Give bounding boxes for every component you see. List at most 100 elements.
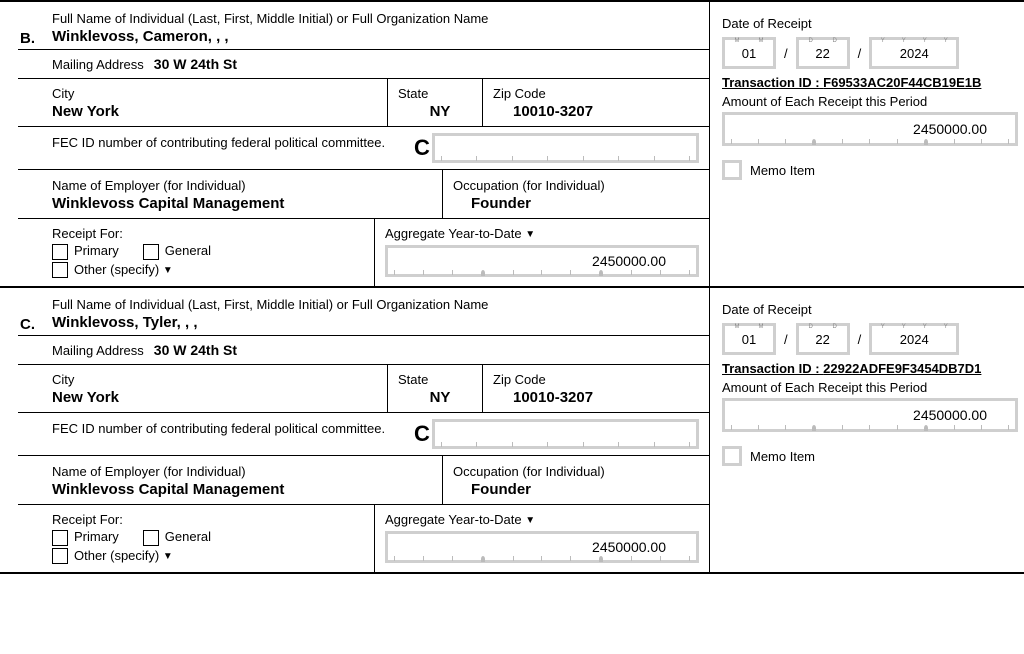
state-label: State	[398, 82, 482, 101]
amount-value: 2450000.00	[913, 121, 987, 137]
other-row: Other (specify) ▼	[52, 262, 374, 279]
aggregate-input[interactable]: 2450000.00	[385, 245, 699, 277]
aggregate-label: Aggregate Year-to-Date ▼	[385, 508, 699, 527]
date-month-input[interactable]: MM01	[722, 323, 776, 355]
state-label: State	[398, 368, 482, 387]
city-state-zip-row: City New York State NY Zip Code 10010-32…	[18, 365, 709, 413]
full-name-value: Winklevoss, Cameron, , ,	[52, 26, 709, 47]
receipt-for-left: Receipt For: Primary General Other (spec…	[18, 219, 374, 286]
date-month-input[interactable]: MM01	[722, 37, 776, 69]
receipt-for-row: Receipt For: Primary General Other (spec…	[18, 505, 709, 572]
name-row: Full Name of Individual (Last, First, Mi…	[18, 2, 709, 50]
memo-label: Memo Item	[750, 163, 815, 178]
primary-option: Primary	[52, 529, 119, 546]
chevron-down-icon: ▼	[163, 551, 173, 562]
primary-option: Primary	[52, 243, 119, 260]
entry-letter: C.	[20, 316, 35, 333]
zip-label: Zip Code	[493, 368, 709, 387]
name-row: Full Name of Individual (Last, First, Mi…	[18, 288, 709, 336]
memo-checkbox[interactable]	[722, 446, 742, 466]
left-column: Full Name of Individual (Last, First, Mi…	[0, 2, 710, 286]
memo-row: Memo Item	[722, 446, 1018, 466]
fec-field: C	[404, 413, 709, 455]
date-mm-value: 01	[742, 46, 756, 61]
date-label: Date of Receipt	[722, 298, 1018, 317]
date-day-input[interactable]: DD22	[796, 37, 850, 69]
entry-b: B. Full Name of Individual (Last, First,…	[0, 0, 1024, 286]
date-slash: /	[858, 332, 862, 347]
employer-row: Name of Employer (for Individual) Winkle…	[18, 456, 709, 505]
primary-label: Primary	[74, 243, 119, 258]
aggregate-input[interactable]: 2450000.00	[385, 531, 699, 563]
fec-c-prefix: C	[414, 421, 430, 447]
amount-input[interactable]: 2450000.00	[722, 398, 1018, 432]
employer-row: Name of Employer (for Individual) Winkle…	[18, 170, 709, 219]
other-checkbox[interactable]	[52, 548, 68, 564]
aggregate-value: 2450000.00	[592, 539, 666, 555]
employer-label: Name of Employer (for Individual)	[52, 174, 442, 193]
receipt-for-label: Receipt For:	[18, 222, 374, 241]
general-label: General	[165, 529, 211, 544]
date-day-input[interactable]: DD22	[796, 323, 850, 355]
primary-label: Primary	[74, 529, 119, 544]
occupation-value: Founder	[453, 193, 709, 214]
general-checkbox[interactable]	[143, 530, 159, 546]
mailing-row: Mailing Address 30 W 24th St	[18, 50, 709, 79]
other-label: Other (specify)	[74, 548, 159, 563]
mailing-value: 30 W 24th St	[154, 54, 237, 74]
city-value: New York	[52, 387, 387, 408]
fec-form-page: B. Full Name of Individual (Last, First,…	[0, 0, 1024, 654]
occupation-box: Occupation (for Individual) Founder	[443, 456, 709, 504]
memo-checkbox[interactable]	[722, 160, 742, 180]
receipt-for-label: Receipt For:	[18, 508, 374, 527]
aggregate-box: Aggregate Year-to-Date ▼ 2450000.00	[374, 505, 709, 572]
date-boxes: MM01 / DD22 / YYYY2024	[722, 323, 1018, 355]
date-year-input[interactable]: YYYY2024	[869, 37, 959, 69]
amount-label: Amount of Each Receipt this Period	[722, 380, 1018, 395]
aggregate-label: Aggregate Year-to-Date ▼	[385, 222, 699, 241]
fec-field: C	[404, 127, 709, 169]
memo-row: Memo Item	[722, 160, 1018, 180]
primary-checkbox[interactable]	[52, 244, 68, 260]
date-year-input[interactable]: YYYY2024	[869, 323, 959, 355]
general-option: General	[143, 529, 211, 546]
mailing-label: Mailing Address	[52, 53, 144, 72]
primary-checkbox[interactable]	[52, 530, 68, 546]
right-column: Date of Receipt MM01 / DD22 / YYYY2024 T…	[710, 2, 1024, 286]
amount-label: Amount of Each Receipt this Period	[722, 94, 1018, 109]
state-box: State NY	[388, 365, 483, 412]
date-dd-value: 22	[815, 46, 829, 61]
zip-label: Zip Code	[493, 82, 709, 101]
zip-box: Zip Code 10010-3207	[483, 365, 709, 412]
mailing-value: 30 W 24th St	[154, 340, 237, 360]
fec-label: FEC ID number of contributing federal po…	[18, 127, 404, 169]
mailing-row: Mailing Address 30 W 24th St	[18, 336, 709, 365]
city-state-zip-row: City New York State NY Zip Code 10010-32…	[18, 79, 709, 127]
date-label: Date of Receipt	[722, 12, 1018, 31]
fec-row: FEC ID number of contributing federal po…	[18, 413, 709, 456]
employer-value: Winklevoss Capital Management	[52, 193, 442, 214]
state-box: State NY	[388, 79, 483, 126]
zip-value: 10010-3207	[493, 101, 709, 122]
general-label: General	[165, 243, 211, 258]
occupation-value: Founder	[453, 479, 709, 500]
fec-label: FEC ID number of contributing federal po…	[18, 413, 404, 455]
amount-input[interactable]: 2450000.00	[722, 112, 1018, 146]
date-yyyy-value: 2024	[900, 46, 929, 61]
entry-c: C. Full Name of Individual (Last, First,…	[0, 286, 1024, 574]
employer-box: Name of Employer (for Individual) Winkle…	[18, 170, 443, 218]
left-column: Full Name of Individual (Last, First, Mi…	[0, 288, 710, 572]
city-value: New York	[52, 101, 387, 122]
other-option: Other (specify) ▼	[52, 262, 173, 279]
fec-id-input[interactable]	[432, 133, 699, 163]
date-yyyy-value: 2024	[900, 332, 929, 347]
mailing-label: Mailing Address	[52, 339, 144, 358]
general-checkbox[interactable]	[143, 244, 159, 260]
right-column: Date of Receipt MM01 / DD22 / YYYY2024 T…	[710, 288, 1024, 572]
other-checkbox[interactable]	[52, 262, 68, 278]
receipt-for-left: Receipt For: Primary General Other (spec…	[18, 505, 374, 572]
fec-id-input[interactable]	[432, 419, 699, 449]
receipt-for-row: Receipt For: Primary General Other (spec…	[18, 219, 709, 286]
city-box: City New York	[18, 79, 388, 126]
fec-row: FEC ID number of contributing federal po…	[18, 127, 709, 170]
